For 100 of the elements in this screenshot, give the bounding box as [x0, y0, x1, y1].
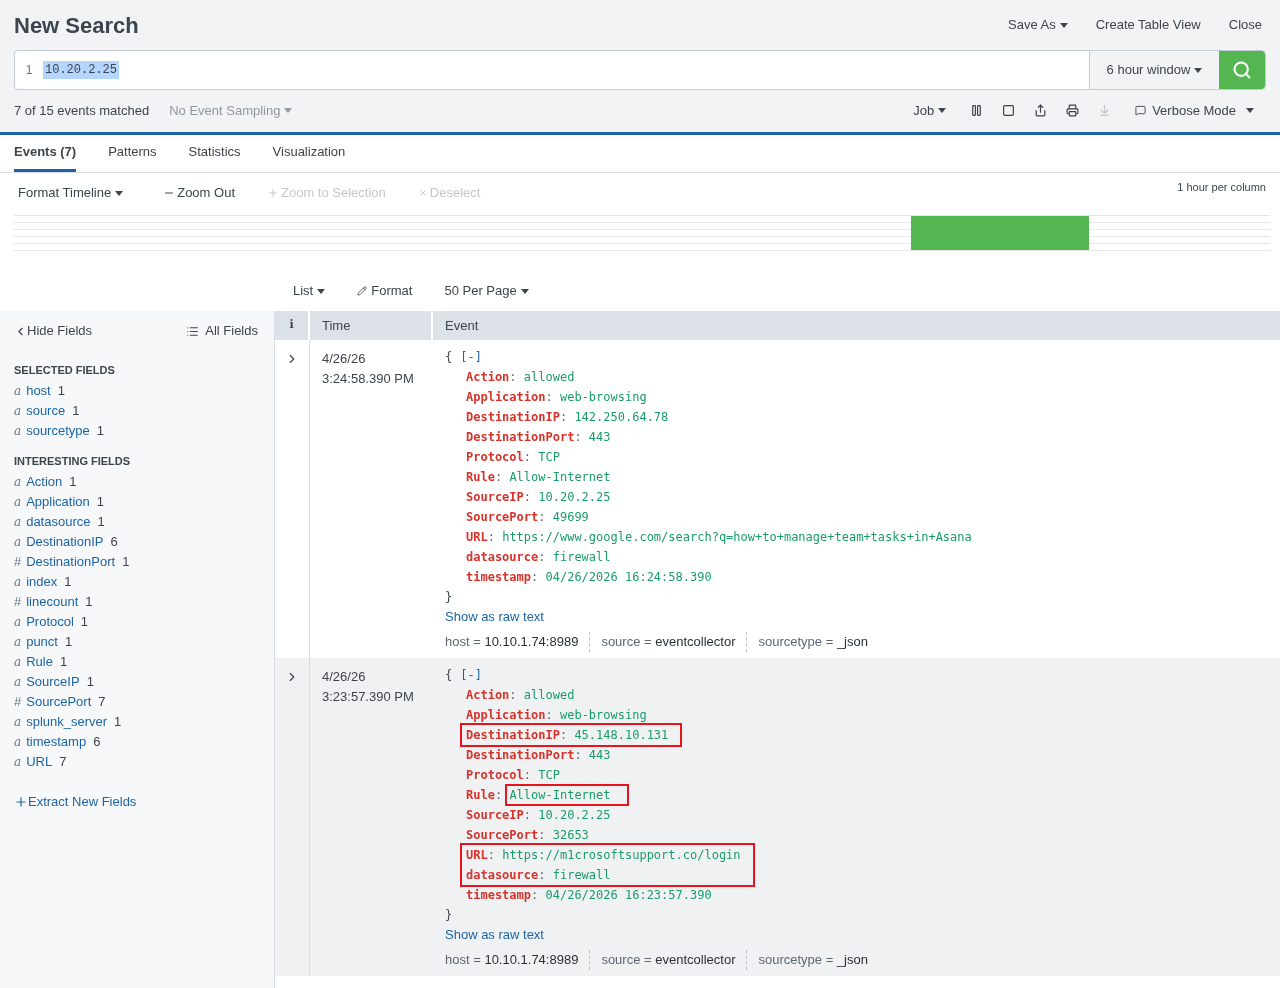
- field-count: 7: [98, 693, 106, 712]
- event-date: 4/26/26: [322, 350, 366, 368]
- field-link[interactable]: URL: [26, 752, 53, 772]
- event-field: DestinationPort: 443: [466, 745, 1280, 765]
- field-link[interactable]: SourceIP: [26, 672, 80, 692]
- field-link[interactable]: DestinationIP: [26, 532, 104, 552]
- brace: }: [445, 907, 453, 924]
- section-heading: INTERESTING FIELDS: [14, 454, 132, 469]
- caret-icon: [1246, 108, 1254, 113]
- event-field: Rule: Allow-Internet: [466, 467, 1280, 487]
- field-link[interactable]: host: [26, 381, 51, 401]
- field-link[interactable]: DestinationPort: [26, 552, 116, 572]
- results-tab[interactable]: Visualization: [272, 135, 346, 172]
- field-count: 1: [122, 553, 130, 572]
- field-link[interactable]: linecount: [26, 592, 79, 612]
- event-field: Application: web-browsing: [466, 387, 1280, 407]
- raw-text-link[interactable]: Show as raw text: [445, 607, 544, 627]
- time-range-picker[interactable]: 6 hour window: [1089, 51, 1219, 89]
- field-type-marker: a: [14, 714, 22, 731]
- job-menu[interactable]: Job: [913, 100, 947, 121]
- search-query[interactable]: 10.20.2.25: [43, 61, 119, 79]
- field-link[interactable]: index: [26, 572, 58, 592]
- event-metadata[interactable]: host = 10.10.1.74:8989: [445, 950, 579, 970]
- list-icon: [186, 324, 200, 338]
- field-count: 1: [85, 593, 93, 612]
- event-metadata[interactable]: host = 10.10.1.74:8989: [445, 632, 579, 652]
- header-action[interactable]: Save As: [1008, 15, 1068, 35]
- field-link[interactable]: Action: [26, 472, 63, 492]
- timeline-scale: 1 hour per column: [1177, 180, 1266, 195]
- field-link[interactable]: punct: [26, 632, 58, 652]
- event-field: Action: allowed: [466, 685, 1280, 705]
- header-action[interactable]: Close: [1228, 15, 1262, 35]
- field-link[interactable]: Protocol: [26, 612, 74, 632]
- extract-fields-link[interactable]: Extract New Fields: [14, 792, 137, 812]
- event-metadata[interactable]: source = eventcollector: [589, 950, 736, 970]
- collapse-toggle[interactable]: [-]: [460, 665, 482, 685]
- format-button[interactable]: Format: [357, 281, 413, 301]
- event-metadata[interactable]: sourcetype = _json: [746, 632, 868, 652]
- all-fields-button[interactable]: All Fields: [186, 321, 258, 341]
- field-type-marker: a: [14, 534, 22, 551]
- field-count: 1: [64, 633, 73, 652]
- results-tab[interactable]: Statistics: [188, 135, 241, 172]
- format-timeline-menu[interactable]: Format Timeline: [14, 183, 124, 203]
- share-icon[interactable]: [1034, 104, 1048, 117]
- per-page-dropdown[interactable]: 50 Per Page: [444, 281, 529, 301]
- stop-icon[interactable]: [1002, 104, 1016, 117]
- brace: }: [445, 589, 453, 606]
- search-icon: [1232, 60, 1252, 80]
- field-link[interactable]: sourcetype: [26, 421, 90, 441]
- column-header: Event: [444, 316, 480, 335]
- field-count: 1: [96, 493, 104, 512]
- caret-icon: [938, 108, 947, 113]
- event-field: SourcePort: 32653: [466, 825, 1280, 845]
- event-field: datasource: firewall: [466, 865, 741, 885]
- events-matched: 7 of 15 events matched: [14, 101, 150, 120]
- collapse-toggle[interactable]: [-]: [460, 347, 482, 367]
- event-field: datasource: firewall: [466, 547, 1280, 567]
- field-link[interactable]: Rule: [26, 652, 53, 672]
- field-type-marker: a: [14, 574, 22, 591]
- field-type-marker: a: [14, 403, 22, 420]
- field-type-marker: a: [14, 494, 22, 511]
- field-link[interactable]: source: [26, 401, 66, 421]
- search-mode-dropdown[interactable]: Verbose Mode: [1135, 100, 1254, 121]
- pause-icon[interactable]: [970, 104, 984, 117]
- field-count: 6: [110, 533, 118, 552]
- event-field: URL: https://m1crosoftsupport.co/login: [466, 845, 741, 865]
- results-tab[interactable]: Patterns: [108, 135, 157, 172]
- event-date: 4/26/26: [322, 668, 366, 686]
- zoom-out-button[interactable]: Zoom Out: [163, 183, 235, 203]
- plus-icon: [14, 794, 28, 809]
- event-field: Protocol: TCP: [466, 765, 1280, 785]
- field-count: 1: [114, 713, 122, 732]
- field-type-marker: a: [14, 674, 22, 691]
- search-button[interactable]: [1219, 51, 1265, 89]
- line-number: 1: [24, 62, 34, 79]
- field-type-marker: a: [14, 514, 22, 531]
- field-link[interactable]: timestamp: [26, 732, 87, 752]
- caret-icon: [520, 288, 529, 294]
- field-link[interactable]: datasource: [26, 512, 91, 532]
- caret-icon: [284, 108, 293, 113]
- results-tab[interactable]: Events (7): [14, 135, 77, 172]
- page-title: New Search: [14, 11, 139, 40]
- close-icon: [417, 188, 428, 198]
- field-link[interactable]: splunk_server: [26, 712, 108, 732]
- field-link[interactable]: SourcePort: [26, 692, 92, 712]
- hide-fields-button[interactable]: Hide Fields: [14, 321, 93, 341]
- event-field: DestinationIP: 45.148.10.131: [466, 725, 669, 745]
- event-field: Rule: Allow-Internet: [466, 785, 1280, 805]
- list-view-dropdown[interactable]: List: [293, 281, 326, 301]
- event-field: SourceIP: 10.20.2.25: [466, 487, 1280, 507]
- event-metadata[interactable]: sourcetype = _json: [746, 950, 868, 970]
- event-metadata[interactable]: source = eventcollector: [589, 632, 736, 652]
- caret-icon: [1194, 67, 1203, 73]
- event-field: DestinationPort: 443: [466, 427, 1280, 447]
- field-type-marker: a: [14, 654, 22, 671]
- field-link[interactable]: Application: [26, 492, 90, 512]
- field-count: 6: [93, 733, 101, 752]
- header-action[interactable]: Create Table View: [1095, 15, 1201, 35]
- raw-text-link[interactable]: Show as raw text: [445, 925, 544, 945]
- print-icon[interactable]: [1066, 104, 1080, 117]
